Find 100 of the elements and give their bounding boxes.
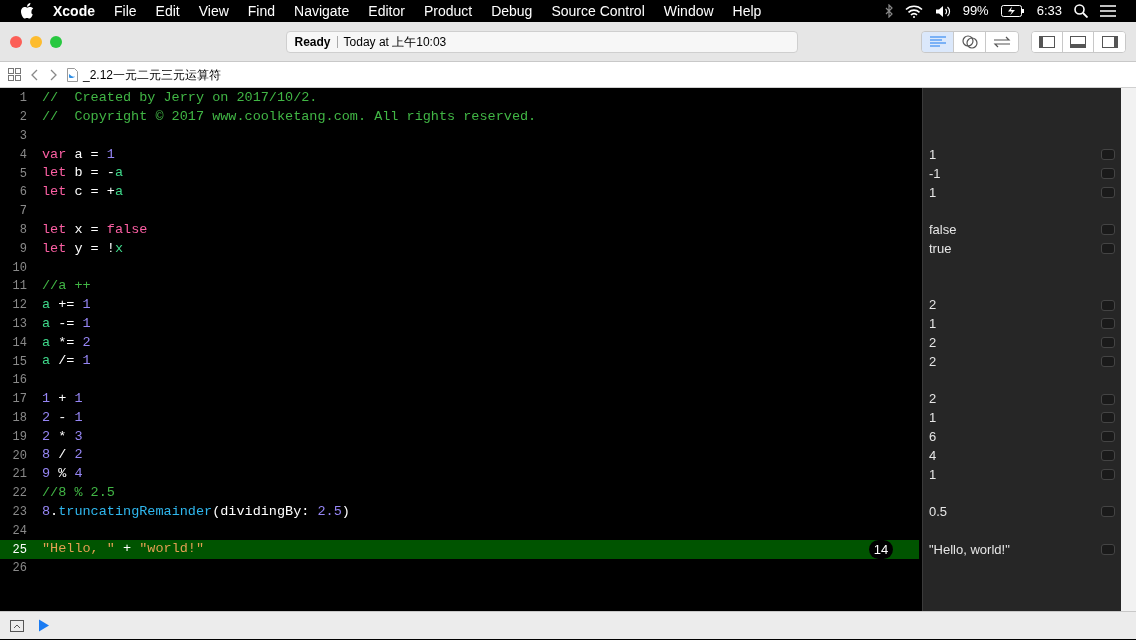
line-number: 5 bbox=[18, 165, 27, 183]
charging-battery-icon[interactable] bbox=[1000, 5, 1025, 17]
result-value: 0.5 bbox=[929, 503, 949, 522]
clock[interactable]: 6:33 bbox=[1036, 1, 1062, 21]
line-number: 12 bbox=[11, 297, 27, 315]
line-number: 10 bbox=[11, 259, 27, 277]
menu-item[interactable]: Edit bbox=[155, 0, 180, 22]
line-number: 21 bbox=[11, 466, 27, 484]
line-number: 8 bbox=[18, 221, 27, 239]
list-icon[interactable] bbox=[1100, 5, 1116, 17]
build-timestamp: Today at 上午10:03 bbox=[343, 33, 447, 51]
quick-look-button[interactable] bbox=[1101, 168, 1115, 180]
quick-look-button[interactable] bbox=[1101, 431, 1115, 443]
overlapping-circles-icon bbox=[961, 34, 978, 49]
result-value: 2 bbox=[929, 352, 938, 371]
debug-area-icon[interactable] bbox=[10, 619, 24, 632]
editor-mode-button[interactable] bbox=[954, 31, 986, 52]
menu-item[interactable]: Editor bbox=[368, 0, 405, 22]
quick-look-button[interactable] bbox=[1101, 337, 1115, 349]
line-number: 15 bbox=[11, 353, 27, 371]
minimize-button[interactable] bbox=[30, 35, 42, 48]
code-line: a -= 1 bbox=[42, 314, 91, 333]
app-menu[interactable]: Xcode bbox=[53, 0, 95, 22]
line-number: 3 bbox=[18, 128, 27, 145]
quick-look-button[interactable] bbox=[1101, 468, 1115, 480]
result-value: 1 bbox=[929, 146, 938, 165]
code-line: a *= 2 bbox=[42, 333, 91, 352]
code-line: var a = 1 bbox=[42, 145, 115, 164]
menu-item[interactable]: Help bbox=[732, 0, 762, 22]
line-number: 23 bbox=[11, 503, 27, 521]
line-number: 2 bbox=[18, 109, 27, 127]
code-line: 2 - 1 bbox=[42, 408, 83, 427]
close-button[interactable] bbox=[10, 35, 22, 48]
quick-look-button[interactable] bbox=[1101, 450, 1115, 462]
line-number: 6 bbox=[18, 184, 27, 202]
quick-look-button[interactable] bbox=[1101, 318, 1115, 330]
code-line: a /= 1 bbox=[42, 352, 91, 371]
quick-look-button[interactable] bbox=[1101, 224, 1115, 236]
quick-look-button[interactable] bbox=[1101, 393, 1115, 405]
code-line: 2 * 3 bbox=[42, 427, 83, 446]
menu-item[interactable]: Source Control bbox=[551, 0, 645, 22]
menu-item[interactable]: Debug bbox=[491, 0, 533, 22]
quick-look-button[interactable] bbox=[1101, 544, 1115, 555]
quick-look-button[interactable] bbox=[1101, 506, 1115, 518]
apple-logo-icon[interactable] bbox=[20, 3, 34, 19]
bottom-panel-icon bbox=[1070, 35, 1086, 48]
bluetooth-icon[interactable] bbox=[884, 4, 893, 18]
result-value: 1 bbox=[929, 409, 938, 428]
quick-look-button[interactable] bbox=[1101, 186, 1115, 198]
menu-item[interactable]: Find bbox=[247, 0, 276, 22]
battery-percentage[interactable]: 99% bbox=[962, 1, 989, 21]
right-panel-icon bbox=[1101, 35, 1118, 48]
code-line: 1 + 1 bbox=[42, 390, 83, 409]
result-value: "Hello, world!" bbox=[929, 540, 1011, 559]
menu-item[interactable]: File bbox=[114, 0, 137, 22]
result-value: true bbox=[929, 240, 953, 259]
result-value: -1 bbox=[929, 164, 942, 183]
quick-look-button[interactable] bbox=[1101, 412, 1115, 424]
line-number: 7 bbox=[18, 203, 27, 221]
menu-item[interactable]: Navigate bbox=[294, 0, 350, 22]
result-value: 1 bbox=[929, 465, 938, 484]
menu-item[interactable]: Window bbox=[663, 0, 714, 22]
line-number: 20 bbox=[11, 447, 27, 465]
file-name[interactable]: _2.12一元二元三元运算符 bbox=[83, 65, 222, 84]
result-value: 2 bbox=[929, 296, 938, 315]
result-value: 2 bbox=[929, 334, 938, 352]
code-line: //a ++ bbox=[42, 277, 91, 296]
code-line: //8 % 2.5 bbox=[42, 484, 115, 502]
left-panel-icon bbox=[1039, 35, 1055, 48]
navigator-toggle[interactable] bbox=[1032, 31, 1063, 52]
line-number: 25 bbox=[11, 541, 27, 559]
quick-look-button[interactable] bbox=[1101, 243, 1115, 255]
zoom-button[interactable] bbox=[50, 35, 62, 48]
quick-look-button[interactable] bbox=[1101, 356, 1115, 368]
wifi-icon[interactable] bbox=[904, 4, 923, 18]
line-number: 17 bbox=[11, 391, 27, 409]
result-value: 1 bbox=[929, 315, 938, 334]
code-line: // Created by Jerry on 2017/10/2. bbox=[42, 89, 318, 108]
line-number: 4 bbox=[18, 146, 27, 164]
quick-look-button[interactable] bbox=[1101, 299, 1115, 311]
line-number: 26 bbox=[11, 560, 27, 578]
line-number: 22 bbox=[11, 485, 27, 503]
code-line: a += 1 bbox=[42, 296, 91, 315]
code-line: 9 % 4 bbox=[42, 465, 83, 484]
search-icon[interactable] bbox=[1074, 4, 1088, 18]
menu-item[interactable]: Product bbox=[423, 0, 473, 22]
play-icon[interactable] bbox=[38, 619, 50, 632]
code-line: let y = !x bbox=[42, 239, 124, 258]
line-number: 18 bbox=[11, 409, 27, 427]
menu-item[interactable]: View bbox=[198, 0, 229, 22]
result-value: 6 bbox=[929, 428, 938, 446]
code-line: 8.truncatingRemainder(dividingBy: 2.5) bbox=[42, 502, 350, 521]
volume-icon[interactable] bbox=[934, 4, 951, 18]
swap-arrows-icon bbox=[993, 35, 1011, 48]
code-line: let b = -a bbox=[42, 164, 124, 183]
grid-icon[interactable] bbox=[8, 68, 21, 81]
line-number: 19 bbox=[11, 428, 27, 446]
line-number: 24 bbox=[11, 522, 27, 540]
code-line: "Hello, " + "world!" bbox=[42, 540, 205, 559]
quick-look-button[interactable] bbox=[1101, 149, 1115, 161]
